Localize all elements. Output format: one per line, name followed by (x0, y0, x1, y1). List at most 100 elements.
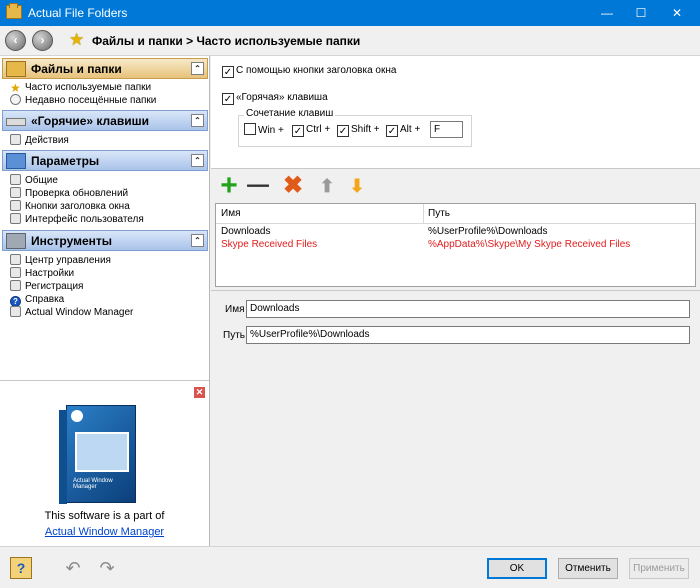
title-bar: Actual File Folders — ☐ ✕ (0, 0, 700, 26)
checkbox[interactable]: ✓ (337, 125, 349, 137)
logo-icon (71, 410, 83, 422)
checkbox[interactable] (244, 123, 256, 135)
window-title: Actual File Folders (28, 6, 128, 20)
sidebar-item-update-check[interactable]: Проверка обновлений (10, 187, 128, 200)
checkbox-label: «Горячая» клавиша (236, 92, 328, 103)
settings-icon (10, 174, 21, 185)
collapse-chevron-icon[interactable]: ⌃ (191, 114, 204, 127)
back-button[interactable]: ‹ (5, 30, 26, 51)
keyboard-icon (6, 118, 26, 126)
sidebar-item-recent-folders[interactable]: Недавно посещённые папки (10, 94, 156, 107)
sidebar-item-frequent-folders[interactable]: ★ Часто используемые папки (10, 81, 151, 94)
name-field[interactable]: Downloads (246, 300, 690, 318)
sidebar-item-label: Настройки (25, 268, 75, 279)
sidebar-item-label: Actual Window Manager (25, 307, 134, 318)
checkbox[interactable]: ✓ (292, 125, 304, 137)
update-icon (10, 187, 21, 198)
table-cell-name: Skype Received Files (221, 239, 318, 250)
collapse-chevron-icon[interactable]: ⌃ (191, 234, 204, 247)
sidebar-item-actions[interactable]: Действия (10, 134, 69, 147)
checkbox[interactable]: ✓ (386, 125, 398, 137)
sidebar-item-help[interactable]: ? Справка (10, 293, 65, 307)
ad-link[interactable]: Actual Window Manager (0, 526, 209, 538)
column-header-path[interactable]: Путь (428, 208, 450, 219)
folders-table: Имя Путь Downloads %UserProfile%\Downloa… (215, 203, 696, 287)
sidebar-item-label: Центр управления (25, 255, 111, 266)
path-field-label: Путь (223, 330, 245, 341)
group-header-tools[interactable]: Инструменты ⌃ (2, 230, 208, 251)
shift-modifier-checkbox[interactable]: ✓ Shift + (337, 123, 380, 137)
close-button[interactable]: ✕ (654, 0, 700, 26)
group-label: Инструменты (31, 234, 113, 248)
ctrl-modifier-checkbox[interactable]: ✓ Ctrl + (292, 123, 330, 137)
sidebar-item-user-interface[interactable]: Интерфейс пользователя (10, 213, 144, 226)
group-header-files-folders[interactable]: Файлы и папки ⌃ (2, 58, 208, 79)
checkbox-label: С помощью кнопки заголовка окна (236, 65, 397, 76)
sidebar-item-settings[interactable]: Настройки (10, 267, 74, 280)
sidebar-item-actual-window-manager[interactable]: Actual Window Manager (10, 306, 133, 319)
sidebar-item-registration[interactable]: Регистрация (10, 280, 83, 293)
add-icon[interactable]: + (217, 171, 241, 201)
name-field-label: Имя (225, 304, 245, 315)
sidebar-item-label: Недавно посещённые папки (25, 95, 157, 106)
table-header: Имя Путь (216, 204, 695, 224)
redo-icon[interactable]: ↷ (94, 559, 120, 577)
sidebar-item-label: Часто используемые папки (25, 82, 152, 93)
checkbox[interactable]: ✓ (222, 66, 234, 78)
delete-icon[interactable]: ✖ (281, 174, 305, 198)
sidebar-item-label: Регистрация (25, 281, 84, 292)
sidebar-item-general[interactable]: Общие (10, 174, 58, 187)
column-header-name[interactable]: Имя (221, 208, 240, 219)
group-legend: Сочетание клавиш (244, 108, 336, 119)
sidebar-item-label: Интерфейс пользователя (25, 214, 144, 225)
title-button-checkbox[interactable]: ✓ С помощью кнопки заголовка окна (222, 64, 396, 78)
screen-illustration (75, 432, 129, 472)
win-modifier-checkbox[interactable]: Win + (244, 123, 284, 137)
checkbox[interactable]: ✓ (222, 93, 234, 105)
undo-icon[interactable]: ↶ (60, 559, 86, 577)
monitor-icon (6, 153, 26, 169)
folder-icon (6, 3, 22, 19)
sidebar-item-label: Справка (25, 294, 65, 305)
help-icon[interactable]: ? (10, 557, 32, 579)
alt-modifier-checkbox[interactable]: ✓ Alt + (386, 123, 420, 137)
settings-icon (10, 267, 21, 278)
window-manager-icon (10, 306, 21, 317)
product-box-image: Actual Window Manager (59, 405, 136, 504)
sidebar-item-title-buttons[interactable]: Кнопки заголовка окна (10, 200, 130, 213)
ok-button[interactable]: OK (487, 558, 547, 579)
apply-button[interactable]: Применить (629, 558, 689, 579)
table-row[interactable]: Downloads %UserProfile%\Downloads (216, 225, 695, 238)
control-center-icon (10, 254, 21, 265)
path-field[interactable]: %UserProfile%\Downloads (246, 326, 690, 344)
hotkey-key-input[interactable]: F (430, 121, 463, 138)
table-row[interactable]: Skype Received Files %AppData%\Skype\My … (216, 238, 695, 251)
collapse-chevron-icon[interactable]: ⌃ (191, 154, 204, 167)
box-product-name: Actual Window Manager (73, 478, 113, 490)
arrow-up-icon[interactable]: ⬆ (315, 174, 339, 198)
table-cell-path: %UserProfile%\Downloads (428, 226, 548, 237)
sidebar-item-label: Кнопки заголовка окна (25, 201, 130, 212)
bottom-bar: ? ↶ ↷ OK Отменить Применить (0, 546, 700, 588)
sidebar-item-control-center[interactable]: Центр управления (10, 254, 111, 267)
folders-icon (6, 61, 26, 77)
forward-button[interactable]: › (32, 30, 53, 51)
star-icon: ★ (10, 81, 21, 95)
breadcrumb: Файлы и папки > Часто используемые папки (92, 34, 361, 48)
group-label: Параметры (31, 154, 100, 168)
collapse-chevron-icon[interactable]: ⌃ (191, 62, 204, 75)
ad-caption: This software is a part of (44, 510, 165, 522)
remove-icon[interactable]: −− (245, 174, 270, 198)
list-toolbar: + −− ✖ ⬆ ⬇ (211, 170, 700, 202)
sidebar-item-label: Проверка обновлений (25, 188, 129, 199)
group-label: Файлы и папки (31, 62, 122, 76)
group-header-hotkeys[interactable]: «Горячие» клавиши ⌃ (2, 110, 208, 131)
close-icon[interactable]: ✕ (194, 387, 205, 398)
registration-icon (10, 280, 21, 291)
cancel-button[interactable]: Отменить (558, 558, 618, 579)
column-divider[interactable] (423, 204, 424, 224)
group-header-parameters[interactable]: Параметры ⌃ (2, 150, 208, 171)
checkbox-label: Alt + (400, 124, 421, 135)
hotkey-checkbox[interactable]: ✓ «Горячая» клавиша (222, 91, 328, 105)
arrow-down-icon[interactable]: ⬇ (345, 174, 369, 198)
